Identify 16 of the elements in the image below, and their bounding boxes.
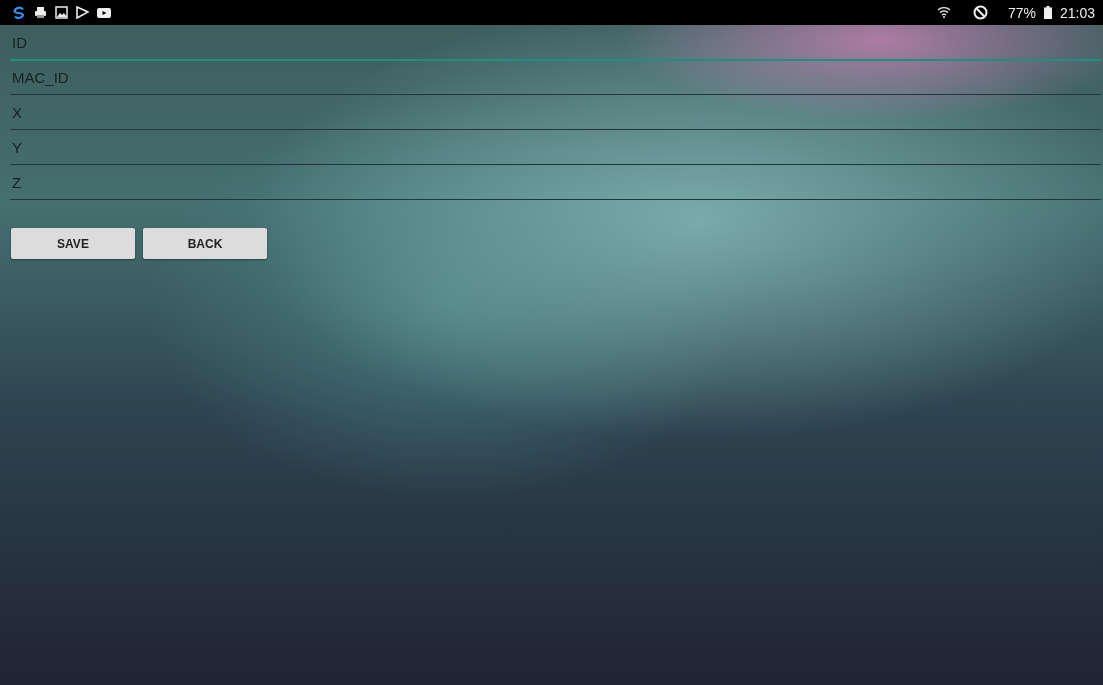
battery-icon <box>1043 6 1052 19</box>
video-icon <box>97 6 111 19</box>
input-field[interactable]: ID <box>10 25 1101 60</box>
back-button[interactable]: BACK <box>143 228 267 259</box>
save-button[interactable]: SAVE <box>11 228 135 259</box>
input-field[interactable]: Z <box>10 165 1101 200</box>
input-field[interactable]: MAC_ID <box>10 60 1101 95</box>
input-field[interactable]: X <box>10 95 1101 130</box>
printer-icon <box>34 6 47 19</box>
battery-percent: 77% <box>1007 4 1036 21</box>
clock-time: 21:03 <box>1059 4 1095 21</box>
input-field[interactable]: Y <box>10 130 1101 165</box>
blocked-icon <box>972 5 988 20</box>
wifi-icon <box>936 4 951 21</box>
sync-icon <box>12 5 26 20</box>
image-icon <box>55 6 68 19</box>
